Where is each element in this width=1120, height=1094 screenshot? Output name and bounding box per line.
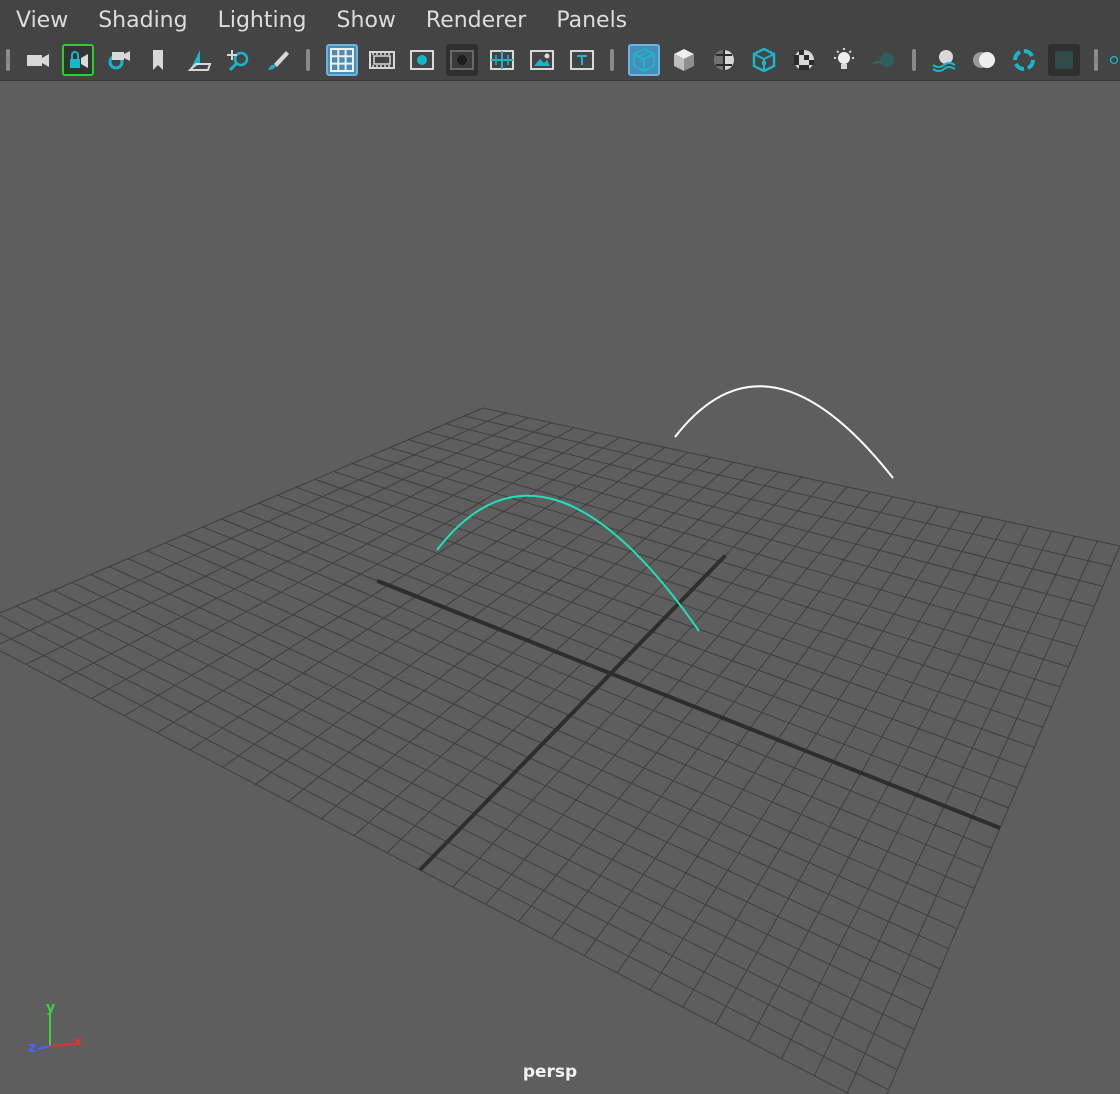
3d-viewport[interactable] (0, 81, 1120, 1094)
wireframe-icon (633, 47, 655, 73)
bookmark-icon (153, 50, 163, 70)
camera-attributes-button[interactable] (102, 44, 134, 76)
menu-panels[interactable]: Panels (541, 8, 642, 33)
shadows-icon (834, 48, 854, 69)
safe-action-button[interactable] (526, 44, 558, 76)
grid-icon (330, 48, 354, 72)
motion-blur-button[interactable] (928, 44, 960, 76)
resolution-gate-icon (410, 50, 434, 70)
film-gate-icon (369, 51, 395, 69)
select-camera-icon (27, 54, 49, 67)
grid-toggle-button[interactable] (326, 44, 358, 76)
ground-grid (0, 407, 1120, 1094)
anti-aliasing-icon (973, 52, 995, 68)
motion-blur-icon (932, 50, 956, 72)
bookmark-button[interactable] (142, 44, 174, 76)
x-axis-line (49, 1043, 75, 1047)
image-plane-button[interactable] (182, 44, 214, 76)
depth-of-field-icon (1013, 49, 1035, 71)
x-axis-label: x (73, 1034, 82, 1050)
menu-renderer[interactable]: Renderer (411, 8, 541, 33)
wireframe-button[interactable] (628, 44, 660, 76)
nurbs-curve[interactable] (674, 385, 894, 479)
z-axis-label: z (28, 1040, 36, 1056)
x-ray-icon (1109, 55, 1119, 65)
menu-show[interactable]: Show (322, 8, 411, 33)
grid-line (0, 412, 506, 645)
gate-mask-button[interactable] (446, 44, 478, 76)
gate-mask-icon (450, 50, 474, 70)
grease-pencil-button[interactable] (262, 44, 294, 76)
textured-button[interactable] (748, 44, 780, 76)
toolbar-separator (912, 49, 916, 71)
z-axis-line (37, 1045, 51, 1050)
panel-menu-bar: View Shading Lighting Show Renderer Pane… (0, 0, 1120, 40)
smooth-shade-button[interactable] (668, 44, 700, 76)
film-gate-button[interactable] (366, 44, 398, 76)
depth-of-field-button[interactable] (1008, 44, 1040, 76)
toolbar-separator (6, 49, 10, 71)
field-chart-button[interactable] (486, 44, 518, 76)
maya-viewport-panel: View Shading Lighting Show Renderer Pane… (0, 0, 1120, 1094)
resolution-gate-button[interactable] (406, 44, 438, 76)
grease-pencil-icon (268, 51, 289, 70)
grid-line (886, 545, 1120, 1094)
camera-name-label: persp (522, 1062, 578, 1082)
smooth-shade-icon (674, 49, 694, 71)
menu-lighting[interactable]: Lighting (203, 8, 322, 33)
lock-camera-button[interactable] (62, 44, 94, 76)
viewport-canvas[interactable] (0, 81, 1120, 1094)
lock-camera-icon (70, 51, 88, 68)
field-chart-icon (490, 50, 514, 70)
selected-nurbs-curve[interactable] (436, 494, 700, 632)
toolbar-separator (306, 49, 310, 71)
use-all-lights-button[interactable] (788, 44, 820, 76)
view-axis-indicator: y x z (28, 1000, 82, 1056)
menu-shading[interactable]: Shading (83, 8, 202, 33)
wireframe-on-shaded-button[interactable] (708, 44, 740, 76)
textured-icon (752, 47, 776, 73)
toolbar-separator (1094, 49, 1098, 71)
y-axis-label: y (46, 1000, 55, 1016)
screen-space-ao-icon (872, 53, 894, 67)
anti-aliasing-button[interactable] (968, 44, 1000, 76)
screen-space-ao-button[interactable] (868, 44, 900, 76)
shadows-button[interactable] (828, 44, 860, 76)
safe-title-button[interactable] (566, 44, 598, 76)
safe-action-icon (530, 50, 554, 70)
toolbar-separator (610, 49, 614, 71)
two-d-pan-zoom-button[interactable] (222, 44, 254, 76)
use-all-lights-icon (794, 50, 814, 70)
grid-line (0, 632, 889, 1091)
isolate-select-icon (1055, 51, 1073, 69)
isolate-select-button[interactable] (1048, 44, 1080, 76)
camera-attributes-icon (108, 51, 130, 70)
image-plane-icon (187, 50, 212, 71)
wireframe-on-shaded-icon (714, 50, 734, 70)
x-ray-button[interactable] (1108, 44, 1120, 76)
two-d-pan-zoom-icon (227, 50, 249, 72)
grid-line (0, 650, 851, 1094)
safe-title-icon (570, 50, 594, 70)
select-camera-button[interactable] (22, 44, 54, 76)
panel-toolbar (0, 40, 1120, 81)
menu-view[interactable]: View (0, 8, 83, 33)
